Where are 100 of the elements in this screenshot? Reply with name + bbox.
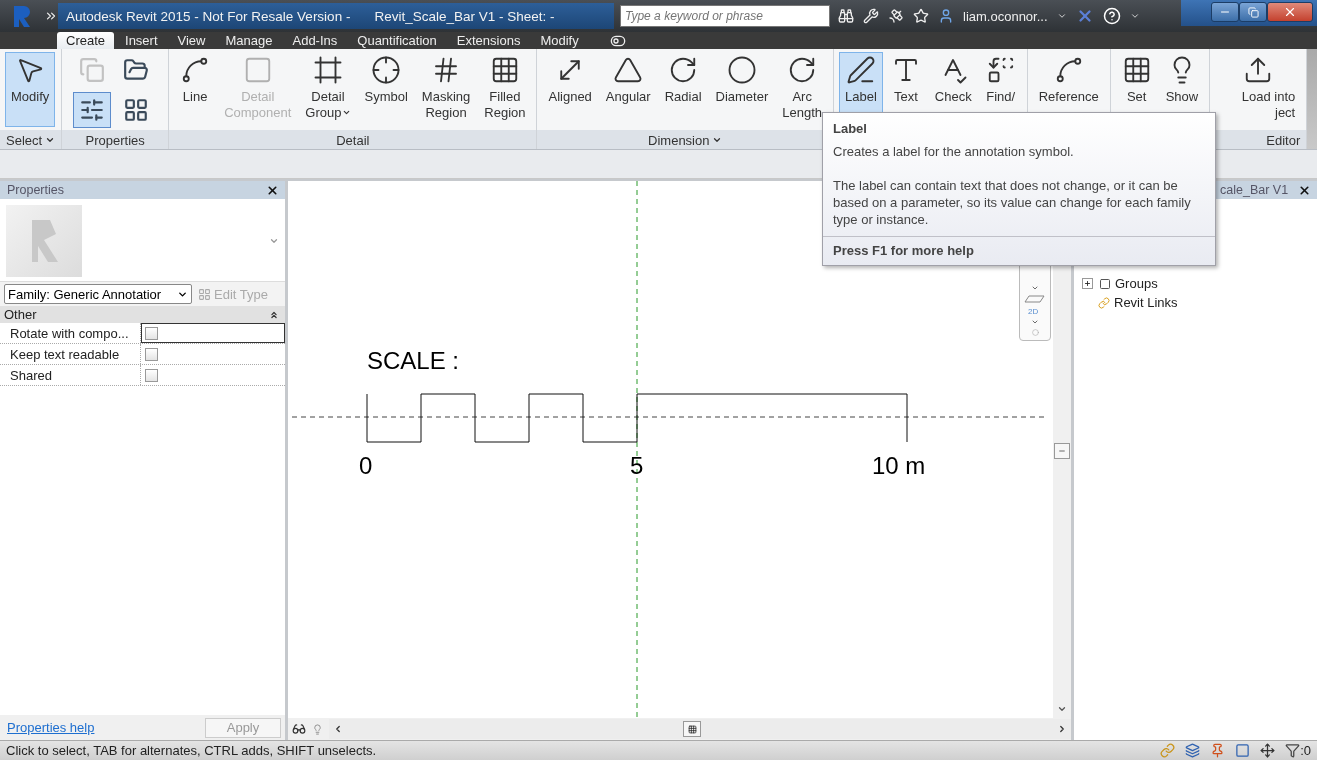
sliders-icon (79, 97, 106, 123)
caret-icon[interactable] (1031, 284, 1039, 292)
property-value-cell[interactable] (141, 323, 285, 343)
grip-icon (687, 724, 697, 734)
ribbon-tool-button[interactable]: Symbol (358, 52, 414, 127)
ribbon-tab[interactable]: Add-Ins (283, 32, 347, 49)
tooltip-text: The label can contain text that does not change, or it can be based on a parameter, so its value can change for each family type or instance. (833, 177, 1192, 228)
plane-icon (1024, 295, 1046, 303)
panel-label[interactable]: Select (6, 132, 43, 148)
checkbox[interactable] (145, 326, 158, 340)
ribbon-tab[interactable]: Modify (531, 32, 588, 49)
panel-label[interactable]: Dimension (648, 132, 710, 148)
checkbox[interactable] (145, 347, 158, 361)
ribbon-tool-button[interactable]: Find/ (979, 52, 1022, 127)
caret-icon[interactable] (1129, 11, 1140, 21)
circle-icon (726, 55, 757, 85)
ribbon-tool-button[interactable]: Radial (658, 52, 708, 127)
expand-button[interactable] (1082, 278, 1093, 289)
search-field[interactable]: Type a keyword or phrase (620, 5, 830, 27)
close-button[interactable] (266, 183, 279, 197)
close-button[interactable] (1298, 183, 1311, 197)
close-button[interactable] (1267, 2, 1313, 22)
ribbon-tool-button[interactable]: Filled Region (478, 52, 532, 127)
user-icon[interactable] (938, 8, 954, 24)
ribbon-tool-button[interactable]: Masking Region (415, 52, 477, 127)
caret-icon[interactable] (45, 135, 56, 145)
edit-type-icon (198, 287, 211, 301)
close-icon (266, 183, 279, 197)
ribbon-tool-button[interactable]: Angular (599, 52, 657, 127)
ribbon-tool-button[interactable]: Reference (1032, 52, 1105, 127)
filter-icon[interactable] (1285, 743, 1301, 758)
properties-tool-button[interactable] (73, 92, 112, 128)
property-name: Keep text readable (0, 344, 141, 364)
ribbon-tool-button[interactable]: Line (174, 52, 217, 127)
scroll-left-icon[interactable] (333, 724, 343, 734)
ribbon-tool-button[interactable]: Check (928, 52, 978, 127)
ribbon-tool-button[interactable]: Modify (5, 52, 56, 127)
panel-label[interactable]: Detail (336, 132, 370, 148)
group-icon (1099, 277, 1111, 290)
minimize-button[interactable] (1211, 2, 1239, 22)
tree-item[interactable]: Revit Links (1114, 295, 1178, 310)
glasses-icon[interactable] (292, 722, 306, 736)
caret-icon[interactable] (712, 135, 723, 145)
ribbon-tool-button[interactable]: Aligned (542, 52, 598, 127)
help-icon[interactable] (1102, 7, 1121, 25)
grip-icon (1058, 447, 1066, 455)
ribbon-tab[interactable]: Quantification (348, 32, 446, 49)
tree-item[interactable]: Groups (1115, 276, 1158, 291)
collapse-icon[interactable] (269, 309, 279, 320)
scale-tick-label[interactable]: 5 (630, 452, 644, 479)
ribbon-tab[interactable]: Create (57, 32, 115, 49)
restore-button[interactable] (1239, 2, 1267, 22)
ribbon-tool-button[interactable]: Load into ject (1215, 52, 1302, 127)
double-chevron-icon[interactable] (44, 9, 58, 23)
wrench-icon[interactable] (863, 8, 879, 24)
scale-tick-label[interactable]: 0 (359, 452, 373, 479)
pin-select-icon[interactable] (1210, 743, 1226, 758)
checkbox[interactable] (145, 368, 158, 382)
ribbon-tool-button[interactable]: Arc Length (776, 52, 829, 127)
user-name[interactable]: liam.oconnor... (963, 8, 1048, 24)
group-label: Other (4, 307, 37, 322)
ribbon-tool-button[interactable]: Text (884, 52, 927, 127)
triangle-icon (613, 55, 644, 85)
copy-icon (79, 57, 106, 83)
folder-icon (123, 57, 150, 83)
type-selector-dropdown[interactable]: Family: Generic Annotatior (4, 284, 192, 304)
ribbon-tool-button[interactable]: Set (1115, 52, 1158, 127)
tooltip-text: Creates a label for the annotation symbol. (833, 143, 1075, 160)
ribbon-tool-button[interactable]: Diameter (709, 52, 775, 127)
frame-icon (312, 55, 343, 85)
properties-help-link[interactable]: Properties help (7, 720, 95, 735)
binoculars-icon[interactable] (838, 8, 854, 24)
panel-title: Properties (7, 183, 64, 197)
scale-bar-drawing[interactable] (366, 393, 908, 443)
panel-label[interactable]: Editor (1266, 132, 1301, 148)
satellite-icon[interactable] (888, 8, 904, 24)
ribbon-tab[interactable]: Manage (216, 32, 282, 49)
close-icon (1283, 5, 1297, 19)
layers-select-icon[interactable] (1185, 743, 1201, 758)
star-icon[interactable] (913, 8, 929, 24)
face-select-icon[interactable] (1235, 743, 1251, 758)
ribbon-tab[interactable]: View (168, 32, 215, 49)
scrollbar-thumb[interactable] (683, 721, 701, 737)
scrollbar-thumb[interactable] (1054, 443, 1070, 459)
caret-icon[interactable] (1031, 318, 1039, 326)
caret-icon[interactable] (1056, 11, 1067, 21)
ribbon-tool-button[interactable]: Show (1159, 52, 1205, 127)
window-title: Autodesk Revit 2015 - Not For Resale Version - (66, 8, 351, 24)
scroll-down-icon[interactable] (1057, 704, 1067, 714)
ribbon-tool-button[interactable]: Detail Group (299, 52, 357, 127)
scroll-right-icon[interactable] (1057, 724, 1067, 734)
panel-label[interactable]: Properties (85, 132, 145, 148)
move-icon[interactable] (1260, 743, 1276, 758)
plus-icon (1084, 280, 1091, 287)
scale-tick-label[interactable]: 10 m (872, 452, 926, 479)
ribbon-tab[interactable]: Extensions (447, 32, 530, 49)
scale-heading[interactable]: SCALE : (367, 347, 460, 374)
group-header[interactable]: Other (0, 306, 285, 323)
ribbon-tab[interactable]: Insert (116, 32, 167, 49)
filter-count: :0 (1300, 743, 1311, 758)
